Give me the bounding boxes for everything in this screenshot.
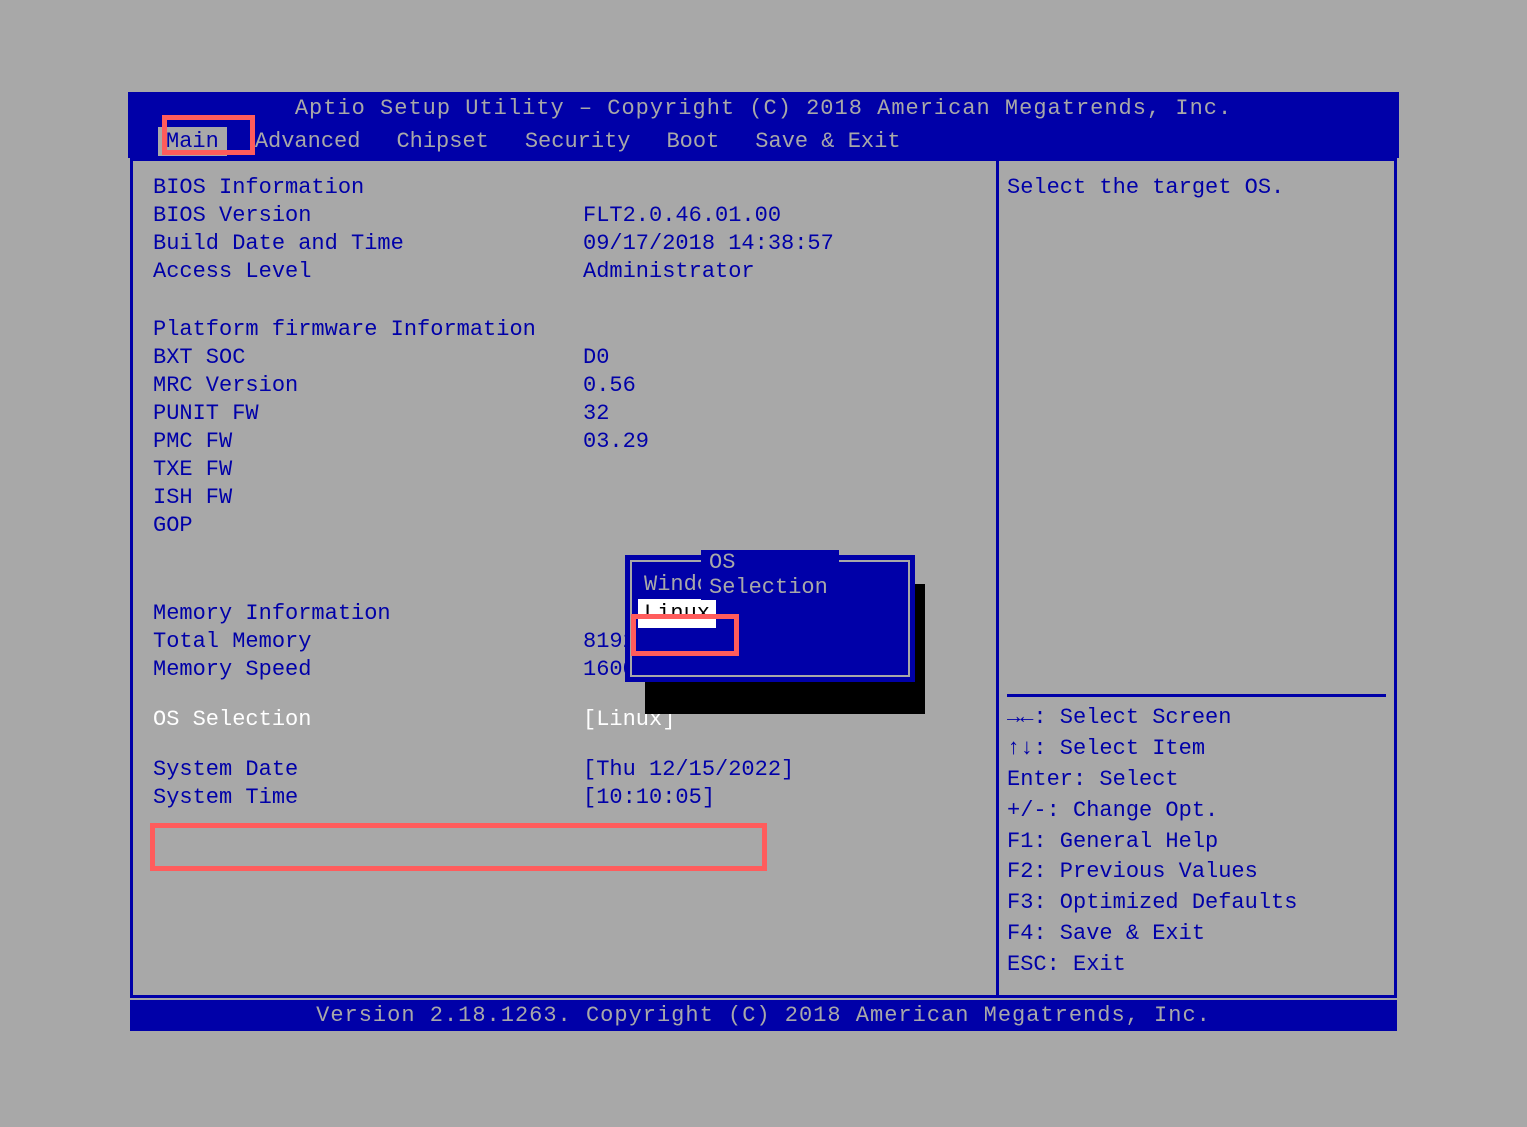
help-f3: F3: Optimized Defaults <box>1007 888 1386 919</box>
help-enter: Enter: Select <box>1007 765 1386 796</box>
help-divider <box>1007 694 1386 697</box>
gop-value <box>583 513 976 538</box>
tab-chipset[interactable]: Chipset <box>388 127 496 156</box>
ish-fw-label: ISH FW <box>153 485 583 510</box>
system-date-row[interactable]: System Date [Thu 12/15/2022] <box>153 757 976 782</box>
help-change: +/-: Change Opt. <box>1007 796 1386 827</box>
gop-row: GOP <box>153 513 976 538</box>
build-date-value: 09/17/2018 14:38:57 <box>583 231 976 256</box>
build-date-row: Build Date and Time 09/17/2018 14:38:57 <box>153 231 976 256</box>
system-date-label: System Date <box>153 757 583 782</box>
help-esc: ESC: Exit <box>1007 950 1386 981</box>
help-select-screen: →←: Select Screen <box>1007 703 1386 734</box>
help-f2: F2: Previous Values <box>1007 857 1386 888</box>
bxt-soc-row: BXT SOC D0 <box>153 345 976 370</box>
help-description: Select the target OS. <box>1007 175 1386 200</box>
txe-fw-value <box>583 457 976 482</box>
help-list: →←: Select Screen ↑↓: Select Item Enter:… <box>1007 703 1386 980</box>
os-selection-popup: OS Selection Windows Linux <box>625 555 915 682</box>
pmc-fw-row: PMC FW 03.29 <box>153 429 976 454</box>
punit-fw-value: 32 <box>583 401 976 426</box>
left-panel: BIOS Information BIOS Version FLT2.0.46.… <box>133 161 999 995</box>
tab-advanced[interactable]: Advanced <box>247 127 369 156</box>
bios-version-label: BIOS Version <box>153 203 583 228</box>
footer-text: Version 2.18.1263. Copyright (C) 2018 Am… <box>130 1000 1397 1031</box>
help-f1: F1: General Help <box>1007 827 1386 858</box>
bios-window: Aptio Setup Utility – Copyright (C) 2018… <box>128 92 1399 1036</box>
pmc-fw-label: PMC FW <box>153 429 583 454</box>
bios-info-title: BIOS Information <box>153 175 976 200</box>
system-time-row[interactable]: System Time [10:10:05] <box>153 785 976 810</box>
tab-security[interactable]: Security <box>517 127 639 156</box>
platform-info-title: Platform firmware Information <box>153 317 976 342</box>
pmc-fw-value: 03.29 <box>583 429 976 454</box>
tab-boot[interactable]: Boot <box>658 127 727 156</box>
mrc-version-value: 0.56 <box>583 373 976 398</box>
tabs-bar: Main Advanced Chipset Security Boot Save… <box>128 125 1399 158</box>
help-f4: F4: Save & Exit <box>1007 919 1386 950</box>
mrc-version-label: MRC Version <box>153 373 583 398</box>
ish-fw-row: ISH FW <box>153 485 976 510</box>
annotation-highlight-os-row <box>150 823 767 871</box>
access-level-label: Access Level <box>153 259 583 284</box>
tab-saveexit[interactable]: Save & Exit <box>747 127 908 156</box>
tab-main[interactable]: Main <box>158 127 227 156</box>
txe-fw-row: TXE FW <box>153 457 976 482</box>
os-selection-label: OS Selection <box>153 707 583 732</box>
punit-fw-row: PUNIT FW 32 <box>153 401 976 426</box>
bxt-soc-value: D0 <box>583 345 976 370</box>
build-date-label: Build Date and Time <box>153 231 583 256</box>
popup-title: OS Selection <box>701 550 839 600</box>
mrc-version-row: MRC Version 0.56 <box>153 373 976 398</box>
bios-version-row: BIOS Version FLT2.0.46.01.00 <box>153 203 976 228</box>
right-panel: Select the target OS. →←: Select Screen … <box>999 161 1394 995</box>
popup-option-linux[interactable]: Linux <box>638 599 716 628</box>
content-area: BIOS Information BIOS Version FLT2.0.46.… <box>130 158 1397 998</box>
help-select-item: ↑↓: Select Item <box>1007 734 1386 765</box>
gop-label: GOP <box>153 513 583 538</box>
access-level-row: Access Level Administrator <box>153 259 976 284</box>
bios-version-value: FLT2.0.46.01.00 <box>583 203 976 228</box>
punit-fw-label: PUNIT FW <box>153 401 583 426</box>
system-time-value: [10:10:05] <box>583 785 976 810</box>
system-date-value: [Thu 12/15/2022] <box>583 757 976 782</box>
memory-speed-label: Memory Speed <box>153 657 583 682</box>
txe-fw-label: TXE FW <box>153 457 583 482</box>
ish-fw-value <box>583 485 976 510</box>
bxt-soc-label: BXT SOC <box>153 345 583 370</box>
total-memory-label: Total Memory <box>153 629 583 654</box>
header-title: Aptio Setup Utility – Copyright (C) 2018… <box>128 92 1399 125</box>
system-time-label: System Time <box>153 785 583 810</box>
access-level-value: Administrator <box>583 259 976 284</box>
